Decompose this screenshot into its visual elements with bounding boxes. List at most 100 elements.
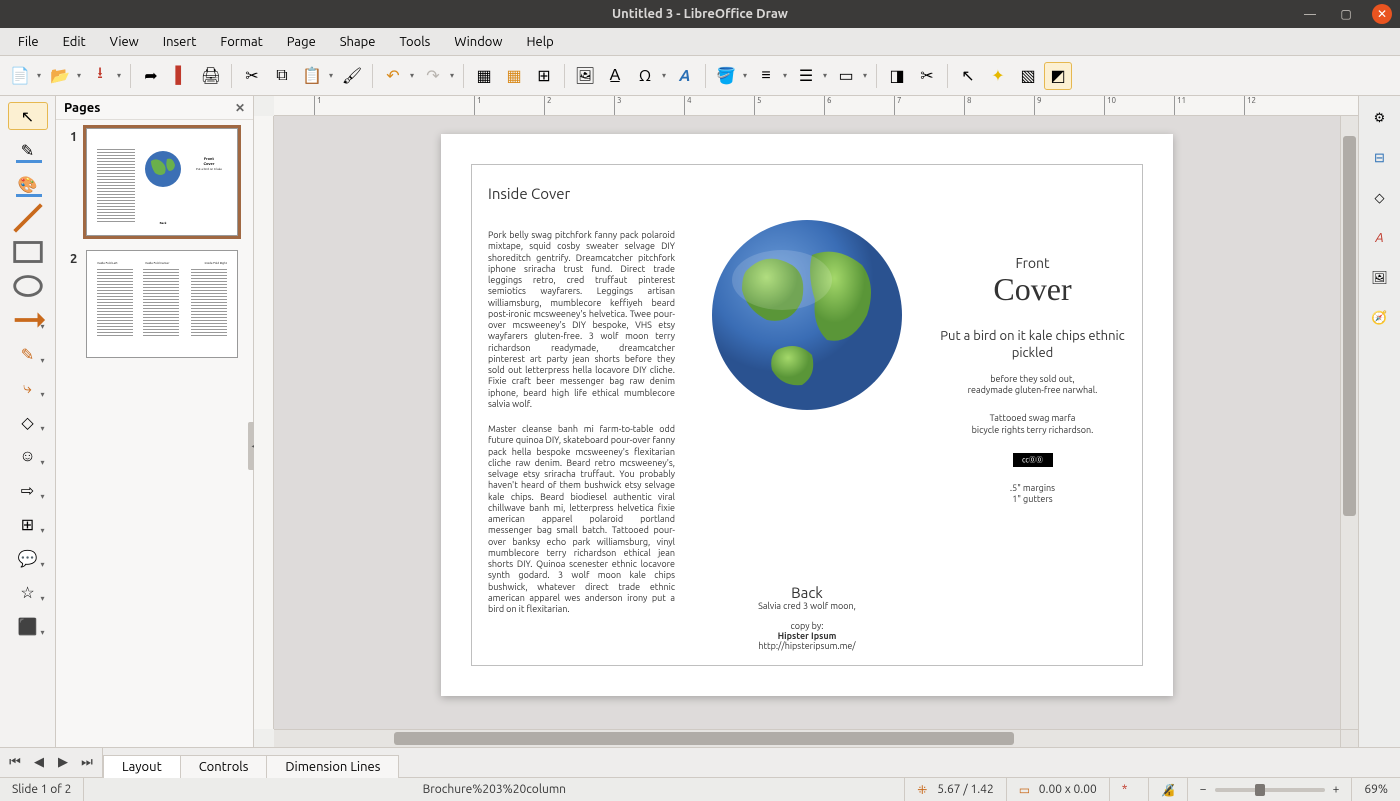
horizontal-ruler[interactable]: 1 1 2 3 4 5 6 7 8 9 10 11 12 [274,96,1358,116]
status-unsaved[interactable]: * [1110,778,1149,801]
open-button[interactable]: 📂 [46,62,74,90]
show-draw-functions-button[interactable]: ◩ [1044,62,1072,90]
menu-window[interactable]: Window [444,31,512,53]
edit-points-button[interactable]: ↖ [954,62,982,90]
symbol-shapes-tool[interactable]: ☺ [8,442,48,470]
fontwork-button[interactable]: A [671,62,699,90]
front-label: Front [939,255,1126,271]
status-zoom[interactable]: 69% [1352,778,1400,801]
snap-guides-button[interactable]: ▦ [500,62,528,90]
insert-image-button[interactable]: 🖼 [571,62,599,90]
sidebar-navigator[interactable]: 🧭 [1366,304,1394,332]
basic-shapes-tool[interactable]: ◇ [8,408,48,436]
tab-layout[interactable]: Layout [103,755,181,778]
save-button[interactable]: ⭳ [86,62,114,90]
export-button[interactable]: ➦ [137,62,165,90]
page-thumb-1[interactable]: 1 FrontCoverPut a bird on it kale Back [64,128,245,236]
shadow-button[interactable]: ◨ [883,62,911,90]
page-thumb-2[interactable]: 2 Inside Fold Left Inside Fold Center In… [64,250,245,358]
cover-subtitle: Put a bird on it kale chips ethnic pickl… [939,328,1126,362]
fill-color-tool[interactable]: 🎨 [8,170,48,198]
status-object-size: ▭0.00 x 0.00 [1007,778,1110,801]
status-signature[interactable]: 🔏 [1149,778,1188,801]
close-button[interactable]: ✕ [1372,4,1392,24]
points-icon: ↖ [961,66,974,85]
sidebar-properties[interactable]: ⚙ [1366,104,1394,132]
transformations-button[interactable]: 🪣 [712,62,740,90]
tab-prev[interactable]: ◀ [30,755,48,770]
sidebar-styles[interactable]: A [1366,224,1394,252]
horizontal-scrollbar[interactable] [274,729,1340,747]
menu-page[interactable]: Page [277,31,326,53]
sidebar-slide-transition[interactable]: ⊟ [1366,144,1394,172]
stars-tool[interactable]: ☆ [8,578,48,606]
print-button[interactable]: 🖨 [197,62,225,90]
tab-controls[interactable]: Controls [180,755,268,778]
insert-textbox-button[interactable]: A̲ [601,62,629,90]
grid-button[interactable]: ▦ [470,62,498,90]
tab-next[interactable]: ▶ [54,755,72,770]
new-button[interactable]: 📄 [6,62,34,90]
minimize-button[interactable]: — [1300,4,1320,24]
copy-button[interactable]: ⧉ [268,62,296,90]
cut-button[interactable]: ✂ [238,62,266,90]
vertical-scrollbar[interactable] [1340,116,1358,729]
maximize-button[interactable]: ▢ [1336,4,1356,24]
connector-tool[interactable]: ⤷ [8,374,48,402]
redo-button[interactable]: ↷ [419,62,447,90]
menu-format[interactable]: Format [210,31,272,53]
flowchart-tool[interactable]: ⊞ [8,510,48,538]
align-button[interactable]: ≡ [752,62,780,90]
tab-last[interactable]: ⏭ [78,755,96,770]
drawing-page[interactable]: Inside Cover Pork belly swag pitchfork f… [441,134,1173,696]
select-tool[interactable]: ↖ [8,102,48,130]
distribute-button[interactable]: ▭ [832,62,860,90]
menu-view[interactable]: View [100,31,149,53]
toggle-extrusion-button[interactable]: ▧ [1014,62,1042,90]
menu-edit[interactable]: Edit [53,31,96,53]
paste-button[interactable]: 📋 [298,62,326,90]
ellipse-icon [9,267,47,305]
insert-special-char-button[interactable]: Ω [631,62,659,90]
zoom-slider[interactable] [1215,788,1325,792]
arrow-tool[interactable] [8,306,48,334]
curve-icon: ✎ [21,345,34,364]
curve-tool[interactable]: ✎ [8,340,48,368]
tab-dimension-lines[interactable]: Dimension Lines [266,755,399,778]
copy-icon: ⧉ [276,66,287,85]
pages-panel-close[interactable]: ✕ [235,101,245,115]
ellipse-tool[interactable] [8,272,48,300]
menu-insert[interactable]: Insert [153,31,207,53]
callout-tool[interactable]: 💬 [8,544,48,572]
distribute-icon: ▭ [838,66,853,85]
sidebar-tabbar: ⚙ ⊟ ◇ A 🖼 🧭 [1358,96,1400,747]
sidebar-gallery[interactable]: 🖼 [1366,264,1394,292]
vertical-ruler[interactable] [254,116,274,729]
menu-file[interactable]: File [8,31,49,53]
helplines-button[interactable]: ⊞ [530,62,558,90]
3d-objects-tool[interactable]: ⬛ [8,612,48,640]
menu-shape[interactable]: Shape [330,31,386,53]
window-title: Untitled 3 - LibreOffice Draw [612,7,788,21]
tab-first[interactable]: ⏮ [6,755,24,770]
export-pdf-button[interactable]: ▌ [167,62,195,90]
rectangle-tool[interactable] [8,238,48,266]
rect-icon [9,233,47,271]
zoom-in[interactable]: + [1333,783,1340,796]
line-tool[interactable] [8,204,48,232]
line-color-tool[interactable]: ✎ [8,136,48,164]
crop-button[interactable]: ✂ [913,62,941,90]
menu-tools[interactable]: Tools [389,31,440,53]
menu-help[interactable]: Help [516,31,563,53]
glue-points-button[interactable]: ✦ [984,62,1012,90]
sidebar-shapes[interactable]: ◇ [1366,184,1394,212]
zoom-out[interactable]: − [1200,783,1207,796]
status-cursor-pos: ⁜5.67 / 1.42 [905,778,1006,801]
arrange-button[interactable]: ☰ [792,62,820,90]
clone-format-button[interactable]: 🖌 [338,62,366,90]
canvas-viewport[interactable]: Inside Cover Pork belly swag pitchfork f… [274,116,1340,729]
block-arrows-tool[interactable]: ⇨ [8,476,48,504]
back-line: Salvia cred 3 wolf moon, [758,601,856,611]
undo-button[interactable]: ↶ [379,62,407,90]
canvas-area: 1 1 2 3 4 5 6 7 8 9 10 11 12 Inside Cove… [254,96,1358,747]
